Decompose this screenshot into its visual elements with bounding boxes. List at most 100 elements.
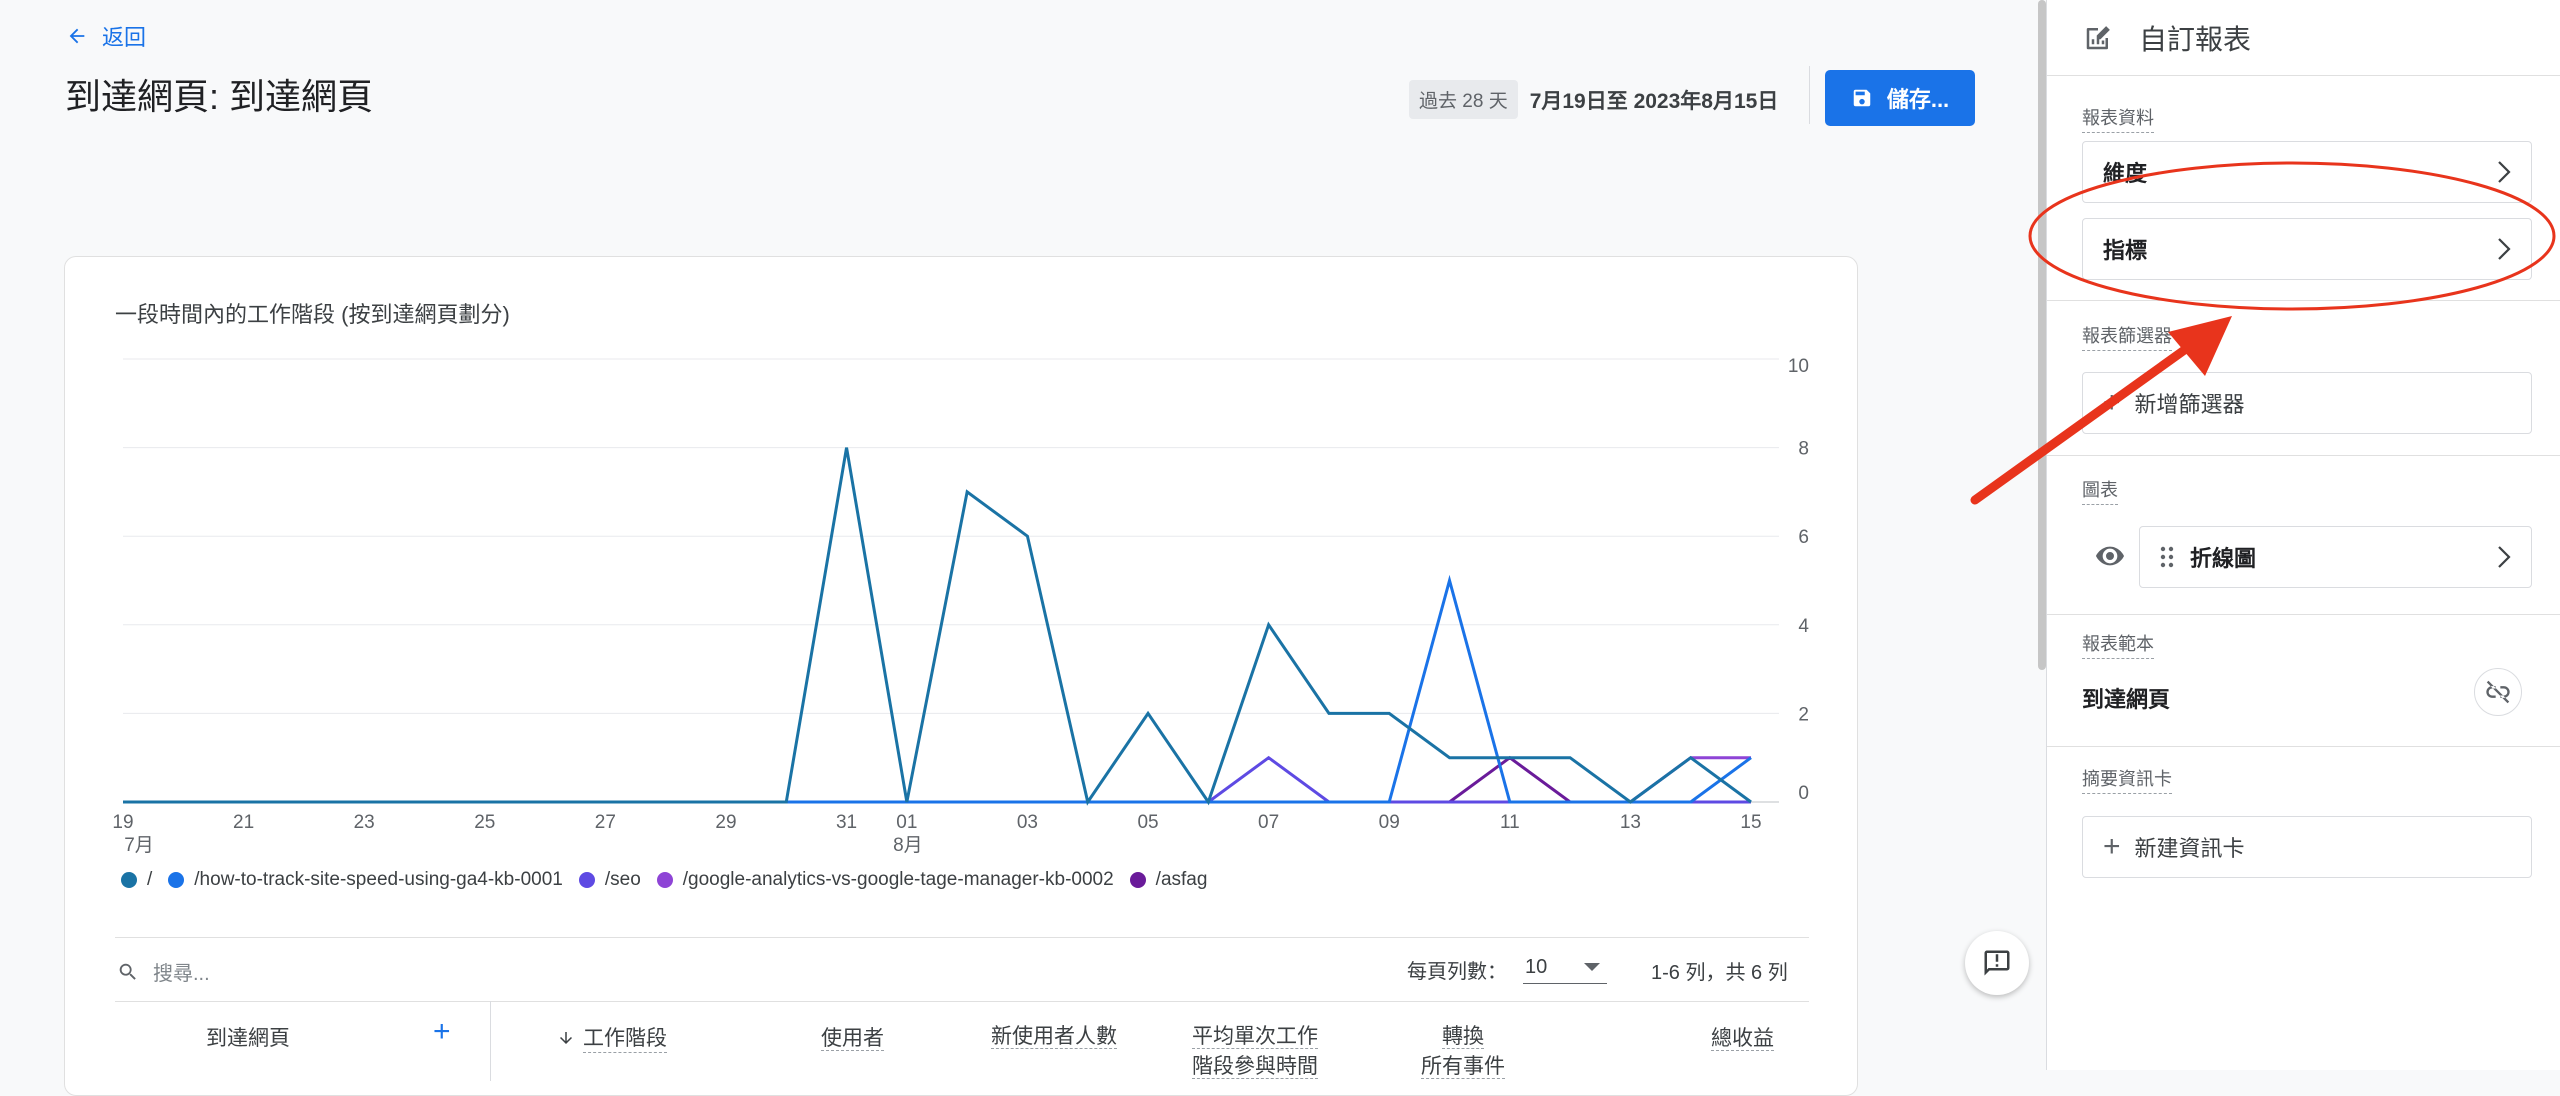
chart-type-label: 折線圖	[2190, 546, 2257, 571]
legend-dot	[656, 872, 673, 888]
y-tick-label: 2	[1798, 704, 1809, 725]
rows-per-page: 每頁列數： 10	[1407, 955, 1607, 984]
search-icon	[119, 963, 136, 980]
legend-item[interactable]: /	[121, 869, 152, 891]
x-tick-label: 01	[896, 812, 917, 833]
plus-icon: +	[2103, 386, 2121, 419]
report-card: 一段時間內的工作階段 (按到達網頁劃分) 0 2 4 6 8 10 19 21 23 25 27 29…	[64, 256, 1858, 1096]
add-filter-label: 新增篩選器	[2134, 392, 2245, 417]
back-label: 返回	[102, 25, 147, 50]
x-tick-label: 19	[112, 812, 133, 833]
report-main: 返回 到達網頁: 到達網頁 過去 28 天 7月19日至 2023年8月15日 …	[0, 0, 2046, 1096]
legend-label: /	[147, 869, 153, 890]
users-label: 使用者	[821, 1027, 884, 1051]
table-header-divider	[115, 1001, 1809, 1002]
legend-label: /how-to-track-site-speed-using-ga4-kb-00…	[194, 869, 563, 890]
back-link[interactable]: 返回	[66, 20, 146, 52]
total-revenue-label: 總收益	[1711, 1027, 1774, 1051]
feedback-icon	[1984, 950, 2010, 976]
x-tick-label: 29	[715, 812, 736, 833]
x-tick-label: 31	[836, 812, 857, 833]
x-tick-label: 15	[1740, 812, 1761, 833]
sessions-label: 工作階段	[583, 1022, 667, 1053]
new-card-button[interactable]: + 新建資訊卡	[2082, 816, 2532, 878]
x-month-label: 8月	[893, 835, 923, 856]
legend-label: /asfag	[1155, 869, 1208, 890]
add-dimension-button[interactable]: +	[433, 1015, 451, 1049]
column-header-total-revenue[interactable]: 總收益	[1711, 1022, 1774, 1052]
legend-item[interactable]: /seo	[578, 869, 641, 891]
search-placeholder: 搜尋...	[153, 963, 210, 985]
y-tick-label: 6	[1798, 527, 1809, 548]
avg-engagement-label: 平均單次工作階段參與時間	[1192, 1025, 1318, 1079]
column-header-sessions[interactable]: 工作階段	[557, 1022, 667, 1053]
conversions-label: 轉換	[1442, 1025, 1484, 1049]
x-tick-label: 09	[1379, 812, 1400, 833]
legend-dot	[121, 872, 137, 888]
x-tick-label: 27	[595, 812, 616, 833]
table-search[interactable]: 搜尋...	[117, 957, 210, 986]
chevron-right-icon	[2498, 238, 2511, 260]
arrow-left-icon	[69, 28, 85, 44]
x-tick-label: 07	[1258, 812, 1279, 833]
legend-dot	[578, 872, 595, 888]
save-icon	[1853, 89, 1871, 107]
legend-item[interactable]: /google-analytics-vs-google-tage-manager…	[656, 869, 1114, 891]
report-template-label: 報表範本	[2082, 630, 2154, 659]
x-tick-label: 11	[1500, 812, 1520, 833]
plus-icon: +	[2103, 830, 2121, 863]
edit-report-icon	[2086, 25, 2110, 49]
y-tick-label: 0	[1798, 783, 1809, 804]
customize-report-panel: 自訂報表 報表資料 維度 指標 報表篩選器 + 新增篩選器 圖表 折線圖 報表範…	[2046, 0, 2560, 1070]
line-chart: 0 2 4 6 8 10 19 21 23 25 27 29 31 01 03 05 07 09 11 13 15 7月 8…	[112, 356, 1809, 856]
panel-title: 自訂報表	[2139, 23, 2252, 55]
x-tick-label: 05	[1137, 812, 1158, 833]
column-header-landing-page[interactable]: 到達網頁	[206, 1022, 290, 1052]
dimensions-item[interactable]: 維度	[2082, 141, 2532, 203]
section-divider	[2047, 614, 2560, 615]
charts-label: 圖表	[2082, 476, 2118, 505]
date-range-picker[interactable]: 過去 28 天 7月19日至 2023年8月15日	[1409, 80, 1778, 119]
rows-per-page-select[interactable]: 10	[1523, 956, 1607, 984]
x-tick-label: 21	[233, 812, 254, 833]
save-button[interactable]: 儲存...	[1825, 70, 1975, 126]
report-template-value: 到達網頁	[2082, 687, 2171, 712]
metrics-label: 指標	[2103, 238, 2148, 263]
x-tick-label: 23	[354, 812, 375, 833]
y-tick-label: 4	[1798, 616, 1809, 637]
y-tick-label: 8	[1798, 439, 1809, 460]
page-title: 到達網頁: 到達網頁	[65, 76, 374, 117]
column-divider	[490, 1001, 491, 1081]
metrics-item[interactable]: 指標	[2082, 218, 2532, 280]
save-label: 儲存...	[1886, 87, 1950, 112]
chevron-right-icon	[2498, 546, 2511, 568]
chart-legend: / /how-to-track-site-speed-using-ga4-kb-0…	[121, 869, 1223, 891]
drag-handle-icon[interactable]	[2160, 546, 2174, 568]
legend-item[interactable]: /asfag	[1129, 869, 1208, 891]
legend-item[interactable]: /how-to-track-site-speed-using-ga4-kb-00…	[168, 869, 563, 891]
date-range-text: 7月19日至 2023年8月15日	[1529, 89, 1779, 113]
report-filters-label: 報表篩選器	[2082, 322, 2172, 351]
legend-label: /google-analytics-vs-google-tage-manager…	[682, 869, 1114, 890]
column-header-new-users[interactable]: 新使用者人數	[987, 1022, 1117, 1052]
x-tick-label: 25	[474, 812, 495, 833]
line-chart-item[interactable]: 折線圖	[2139, 526, 2532, 588]
dimensions-label: 維度	[2103, 161, 2148, 186]
unlink-template-button[interactable]	[2474, 668, 2522, 716]
column-header-conversions[interactable]: 轉換 所有事件	[1413, 1022, 1513, 1082]
header-divider	[1809, 66, 1810, 124]
rows-per-page-label: 每頁列數：	[1407, 961, 1507, 983]
legend-dot	[168, 872, 185, 888]
table-top-divider	[115, 937, 1809, 938]
eye-visibility-icon[interactable]	[2094, 540, 2126, 572]
add-filter-button[interactable]: + 新增篩選器	[2082, 372, 2532, 434]
x-tick-label: 03	[1017, 812, 1038, 833]
series-line	[123, 574, 1752, 804]
column-header-avg-engagement-time[interactable]: 平均單次工作階段參與時間	[1185, 1022, 1325, 1082]
pagination-info: 1-6 列，共 6 列	[1651, 962, 1788, 984]
section-divider	[2047, 455, 2560, 456]
column-header-users[interactable]: 使用者	[821, 1022, 884, 1052]
caret-down-icon	[1584, 963, 1600, 971]
main-scrollbar[interactable]	[2038, 0, 2046, 670]
feedback-button[interactable]	[1965, 931, 2029, 995]
